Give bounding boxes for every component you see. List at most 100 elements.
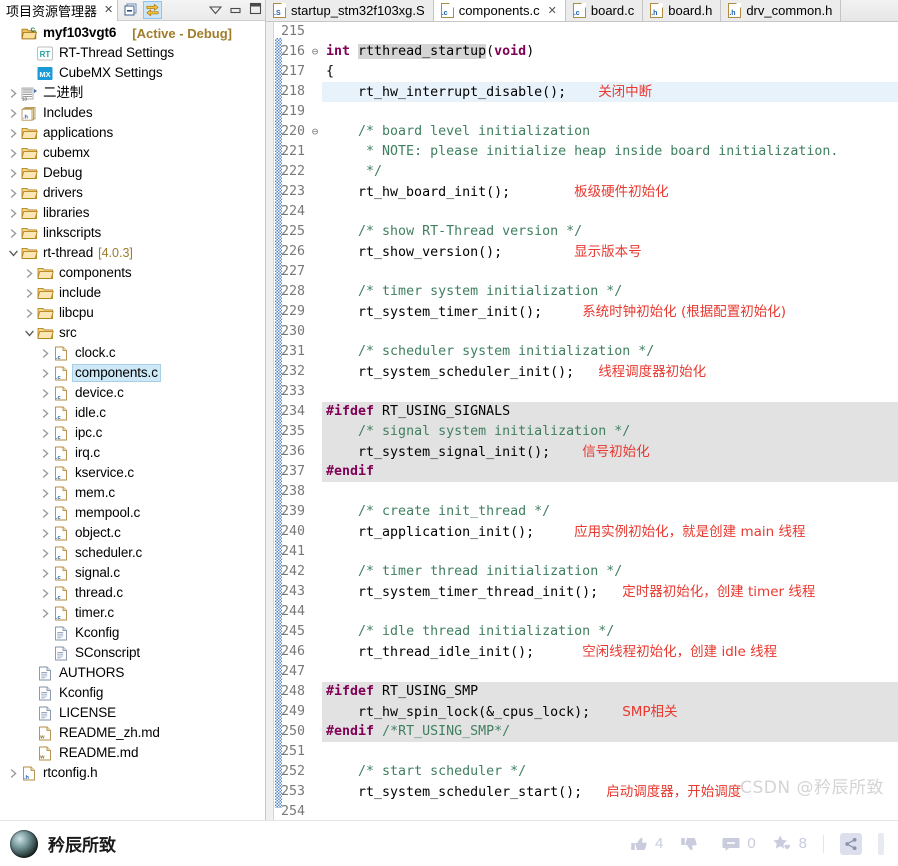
- tree-item-license[interactable]: LICENSE: [0, 703, 265, 723]
- code-line[interactable]: 248 #ifdef RT_USING_SMP: [266, 682, 898, 702]
- chevron-right-icon[interactable]: [38, 348, 52, 358]
- tree-item-idle.c[interactable]: .c idle.c: [0, 403, 265, 423]
- fold-marker-icon[interactable]: [308, 422, 322, 442]
- code-line[interactable]: 222 */: [266, 162, 898, 182]
- tree-item-authors[interactable]: AUTHORS: [0, 663, 265, 683]
- fold-marker-icon[interactable]: ⊖: [308, 42, 322, 62]
- code-line[interactable]: 236 rt_system_signal_init(); 信号初始化: [266, 442, 898, 462]
- code-line[interactable]: 219: [266, 102, 898, 122]
- code-line[interactable]: 249 rt_hw_spin_lock(&_cpus_lock); SMP相关: [266, 702, 898, 722]
- tree-item-libraries[interactable]: libraries: [0, 203, 265, 223]
- fold-marker-icon[interactable]: [308, 282, 322, 302]
- chevron-right-icon[interactable]: [22, 308, 36, 318]
- fold-marker-icon[interactable]: [308, 442, 322, 462]
- fold-marker-icon[interactable]: [308, 242, 322, 262]
- tree-item-includes[interactable]: .h Includes: [0, 103, 265, 123]
- fold-marker-icon[interactable]: [308, 802, 322, 820]
- fold-marker-icon[interactable]: [308, 562, 322, 582]
- code-line[interactable]: 241: [266, 542, 898, 562]
- fold-marker-icon[interactable]: [308, 142, 322, 162]
- fold-marker-icon[interactable]: [308, 382, 322, 402]
- code-line[interactable]: 217 {: [266, 62, 898, 82]
- fold-marker-icon[interactable]: [308, 302, 322, 322]
- chevron-right-icon[interactable]: [6, 208, 20, 218]
- author-block[interactable]: 矜辰所致: [10, 829, 116, 858]
- chevron-right-icon[interactable]: [6, 768, 20, 778]
- chevron-right-icon[interactable]: [38, 588, 52, 598]
- code-line[interactable]: 231 /* scheduler system initialization *…: [266, 342, 898, 362]
- chevron-right-icon[interactable]: [6, 168, 20, 178]
- editor-tab-board.c[interactable]: .c board.c: [565, 0, 644, 21]
- fold-marker-icon[interactable]: [308, 642, 322, 662]
- tree-item-drivers[interactable]: drivers: [0, 183, 265, 203]
- chevron-right-icon[interactable]: [38, 508, 52, 518]
- close-icon[interactable]: ✕: [548, 4, 557, 17]
- project-explorer-tab[interactable]: 项目资源管理器 ✕: [0, 0, 119, 21]
- code-line[interactable]: 223 rt_hw_board_init(); 板级硬件初始化: [266, 182, 898, 202]
- tree-item-cubemx[interactable]: cubemx: [0, 143, 265, 163]
- tree-item-kservice.c[interactable]: .c kservice.c: [0, 463, 265, 483]
- fold-marker-icon[interactable]: [308, 682, 322, 702]
- chevron-right-icon[interactable]: [38, 428, 52, 438]
- tree-item--[interactable]: 10 二进制: [0, 83, 265, 103]
- code-line[interactable]: 220 ⊖ /* board level initialization: [266, 122, 898, 142]
- chevron-right-icon[interactable]: [6, 128, 20, 138]
- fold-marker-icon[interactable]: [308, 462, 322, 482]
- tree-item-linkscripts[interactable]: linkscripts: [0, 223, 265, 243]
- code-line[interactable]: 225 /* show RT-Thread version */: [266, 222, 898, 242]
- fold-marker-icon[interactable]: [308, 542, 322, 562]
- tree-item-sconscript[interactable]: SConscript: [0, 643, 265, 663]
- editor-tab-startup-stm32f103xg.s[interactable]: .S startup_stm32f103xg.S: [266, 0, 434, 21]
- chevron-right-icon[interactable]: [38, 528, 52, 538]
- tree-item-myf103vgt6[interactable]: Cmyf103vgt6 [Active - Debug]: [0, 23, 265, 43]
- fold-marker-icon[interactable]: [308, 482, 322, 502]
- code-line[interactable]: 245 /* idle thread initialization */: [266, 622, 898, 642]
- fold-marker-icon[interactable]: [308, 742, 322, 762]
- code-line[interactable]: 221 * NOTE: please initialize heap insid…: [266, 142, 898, 162]
- code-line[interactable]: 234 #ifdef RT_USING_SIGNALS: [266, 402, 898, 422]
- link-with-editor-icon[interactable]: [143, 1, 163, 19]
- fold-marker-icon[interactable]: [308, 722, 322, 742]
- share-action[interactable]: [840, 832, 862, 855]
- fold-marker-icon[interactable]: [308, 522, 322, 542]
- code-line[interactable]: 226 rt_show_version(); 显示版本号: [266, 242, 898, 262]
- code-line[interactable]: 250 #endif /*RT_USING_SMP*/: [266, 722, 898, 742]
- tree-item-components[interactable]: components: [0, 263, 265, 283]
- chevron-right-icon[interactable]: [38, 568, 52, 578]
- tree-item-src[interactable]: src: [0, 323, 265, 343]
- fold-marker-icon[interactable]: [308, 182, 322, 202]
- fold-marker-icon[interactable]: [308, 62, 322, 82]
- tree-item-object.c[interactable]: .c object.c: [0, 523, 265, 543]
- code-line[interactable]: 224: [266, 202, 898, 222]
- code-line[interactable]: 252 /* start scheduler */: [266, 762, 898, 782]
- chevron-right-icon[interactable]: [22, 288, 36, 298]
- comment-action[interactable]: 0: [721, 834, 756, 854]
- tree-item-debug[interactable]: Debug: [0, 163, 265, 183]
- code-line[interactable]: 228 /* timer system initialization */: [266, 282, 898, 302]
- editor-tab-components.c[interactable]: .c components.c ✕: [433, 0, 566, 21]
- tree-item-irq.c[interactable]: .c irq.c: [0, 443, 265, 463]
- chevron-right-icon[interactable]: [6, 148, 20, 158]
- chevron-right-icon[interactable]: [6, 88, 20, 98]
- fold-marker-icon[interactable]: [308, 502, 322, 522]
- fold-marker-icon[interactable]: [308, 402, 322, 422]
- chevron-right-icon[interactable]: [38, 368, 52, 378]
- thumbs-up-action[interactable]: 4: [629, 834, 663, 854]
- chevron-down-icon[interactable]: [22, 329, 36, 338]
- tree-item-clock.c[interactable]: .c clock.c: [0, 343, 265, 363]
- tree-item-applications[interactable]: applications: [0, 123, 265, 143]
- code-line[interactable]: 253 rt_system_scheduler_start(); 启动调度器，开…: [266, 782, 898, 802]
- tree-item-rt-thread[interactable]: rt-thread [4.0.3]: [0, 243, 265, 263]
- chevron-right-icon[interactable]: [38, 388, 52, 398]
- code-line[interactable]: 239 /* create init_thread */: [266, 502, 898, 522]
- fold-marker-icon[interactable]: [308, 582, 322, 602]
- avatar[interactable]: [10, 829, 38, 858]
- code-line[interactable]: 238: [266, 482, 898, 502]
- fold-marker-icon[interactable]: [308, 102, 322, 122]
- editor-tab-drv-common.h[interactable]: .h drv_common.h: [721, 0, 842, 21]
- fold-marker-icon[interactable]: [308, 362, 322, 382]
- code-editor[interactable]: 215 216 ⊖ int rtthread_startup(void) 217{218…: [266, 22, 898, 820]
- tree-item-signal.c[interactable]: .c signal.c: [0, 563, 265, 583]
- chevron-right-icon[interactable]: [6, 228, 20, 238]
- chevron-right-icon[interactable]: [6, 108, 20, 118]
